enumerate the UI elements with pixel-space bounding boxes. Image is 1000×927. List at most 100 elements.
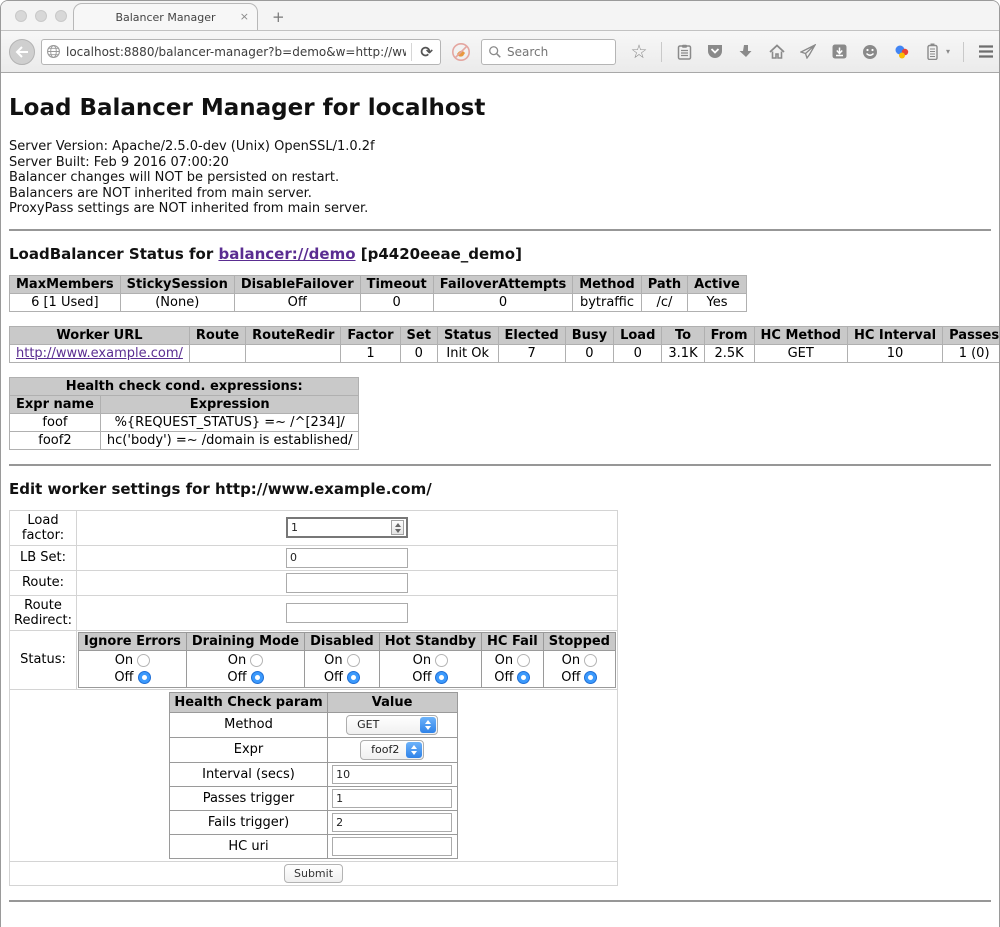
proxypass-notice-line: ProxyPass settings are NOT inherited fro… [9, 201, 991, 217]
health-check-expressions-table: Health check cond. expressions: Expr nam… [9, 377, 359, 450]
save-page-icon[interactable] [830, 43, 848, 61]
menu-hamburger-icon[interactable] [977, 43, 995, 61]
cell-maxmembers: 6 [1 Used] [10, 293, 121, 311]
send-tab-icon[interactable] [799, 43, 817, 61]
pocket-icon[interactable] [706, 43, 724, 61]
divider-rule [9, 900, 991, 902]
feedback-smiley-icon[interactable] [861, 43, 879, 61]
search-bar[interactable] [481, 39, 616, 65]
reading-list-icon[interactable] [675, 43, 693, 61]
hc-row-method: Method GET [170, 712, 457, 737]
draining-mode-off-radio[interactable] [251, 671, 264, 684]
page-content: Load Balancer Manager for localhost Serv… [1, 73, 999, 927]
close-window-button[interactable] [15, 10, 27, 22]
route-label: Route: [10, 570, 77, 595]
method-select[interactable]: GET [346, 715, 438, 735]
cell-disablefailover: Off [234, 293, 360, 311]
route-redirect-label: Route Redirect: [10, 595, 77, 630]
battery-dropdown-caret-icon[interactable]: ▾ [946, 47, 950, 56]
table-header-row: MaxMembers StickySession DisableFailover… [10, 275, 747, 293]
radio-off-label: Off [561, 669, 580, 686]
form-row-submit: Submit [10, 861, 618, 885]
cell-factor: 1 [341, 344, 400, 362]
col-factor: Factor [341, 326, 400, 344]
back-button[interactable] [9, 39, 35, 65]
toolbar-divider [963, 42, 964, 62]
col-hot-standby: Hot Standby [379, 632, 481, 650]
cell-routeredir [246, 344, 341, 362]
window-controls[interactable] [15, 10, 67, 22]
bookmark-star-icon[interactable]: ☆ [630, 43, 648, 61]
hc-fail-on-radio[interactable] [517, 654, 530, 667]
status-label: Status: [10, 630, 77, 689]
hot-standby-off-radio[interactable] [435, 671, 448, 684]
draining-mode-on-radio[interactable] [250, 654, 263, 667]
col-failoverattempts: FailoverAttempts [433, 275, 573, 293]
radio-on-label: On [228, 652, 246, 669]
edit-worker-heading: Edit worker settings for http://www.exam… [9, 480, 991, 498]
tab-balancer-manager[interactable]: Balancer Manager × [73, 3, 258, 30]
route-redirect-input[interactable] [286, 603, 408, 623]
col-passes: Passes [943, 326, 999, 344]
col-draining-mode: Draining Mode [186, 632, 304, 650]
load-factor-input[interactable] [286, 517, 408, 538]
disabled-off-radio[interactable] [347, 671, 360, 684]
ignore-errors-off-radio[interactable] [138, 671, 151, 684]
expr-selected-value: foof2 [371, 743, 399, 756]
home-icon[interactable] [768, 43, 786, 61]
zoom-window-button[interactable] [55, 10, 67, 22]
select-arrows-icon [406, 742, 422, 758]
stopped-radios: On Off [543, 650, 615, 687]
cell-worker-url: http://www.example.com/ [10, 344, 190, 362]
new-tab-button[interactable]: + [272, 8, 285, 26]
search-input[interactable] [507, 45, 597, 59]
number-spinner-icon[interactable] [391, 520, 404, 535]
col-from: From [704, 326, 754, 344]
fails-input[interactable] [332, 813, 452, 832]
minimize-window-button[interactable] [35, 10, 47, 22]
submit-button[interactable]: Submit [284, 864, 343, 883]
ignore-errors-on-radio[interactable] [137, 654, 150, 667]
cell-set: 0 [400, 344, 437, 362]
hc-fail-off-radio[interactable] [517, 671, 530, 684]
url-text[interactable]: localhost:8880/balancer-manager?b=demo&w… [66, 45, 406, 59]
globe-icon [46, 44, 61, 59]
battery-status-icon[interactable] [923, 43, 941, 61]
cell-passes: 1 (0) [943, 344, 999, 362]
url-bar[interactable]: localhost:8880/balancer-manager?b=demo&w… [41, 39, 441, 65]
worker-url-link[interactable]: http://www.example.com/ [16, 346, 183, 361]
form-row-health-check: Health Check param Value Method GET [10, 689, 618, 861]
route-input[interactable] [286, 573, 408, 593]
urlbar-divider [411, 43, 412, 61]
radio-on-label: On [413, 652, 431, 669]
edit-worker-form: Load factor: LB Set: Route: Route Redire… [9, 510, 618, 886]
hot-standby-radios: On Off [379, 650, 481, 687]
stopped-on-radio[interactable] [584, 654, 597, 667]
reload-button[interactable]: ⟳ [417, 43, 436, 61]
hot-standby-on-radio[interactable] [435, 654, 448, 667]
method-selected-value: GET [357, 718, 379, 731]
cell-from: 2.5K [704, 344, 754, 362]
expr-select[interactable]: foof2 [360, 740, 424, 760]
disabled-on-radio[interactable] [347, 654, 360, 667]
hc-uri-input[interactable] [332, 837, 452, 856]
col-expr-name: Expr name [10, 395, 101, 413]
tab-bar: Balancer Manager × + [1, 1, 999, 31]
col-worker-url: Worker URL [10, 326, 190, 344]
tab-close-icon[interactable]: × [240, 10, 249, 23]
col-ignore-errors: Ignore Errors [79, 632, 187, 650]
color-profiles-icon[interactable] [892, 43, 910, 61]
passes-input[interactable] [332, 789, 452, 808]
col-disablefailover: DisableFailover [234, 275, 360, 293]
disabled-radios: On Off [305, 650, 380, 687]
cell-expression: %{REQUEST_STATUS} =~ /^[234]/ [100, 413, 359, 431]
stopped-off-radio[interactable] [584, 671, 597, 684]
form-row-status: Status: Ignore Errors Draining Mode Disa… [10, 630, 618, 689]
balancer-demo-link[interactable]: balancer://demo [218, 245, 355, 263]
cell-hc-interval: 10 [847, 344, 942, 362]
interval-input[interactable] [332, 765, 452, 784]
downloads-icon[interactable] [737, 43, 755, 61]
content-blocked-icon[interactable] [451, 42, 471, 62]
lb-set-input[interactable] [286, 548, 408, 568]
col-hc-method: HC Method [754, 326, 847, 344]
